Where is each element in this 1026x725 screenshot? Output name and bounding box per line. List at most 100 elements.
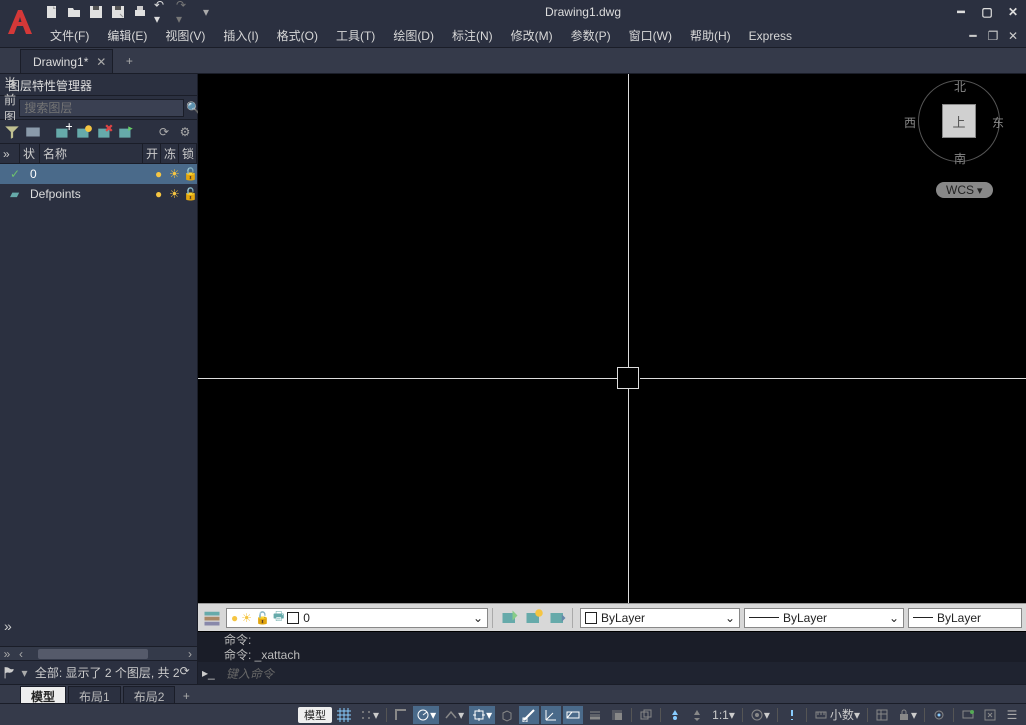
app-logo[interactable] xyxy=(4,4,36,40)
osnap-icon[interactable]: ▾ xyxy=(469,706,495,724)
lineweight-dropdown[interactable]: ByLayer xyxy=(908,608,1022,628)
menu-edit[interactable]: 编辑(E) xyxy=(107,27,147,44)
scroll-thumb[interactable] xyxy=(38,649,148,659)
menu-window[interactable]: 窗口(W) xyxy=(629,27,672,44)
command-history[interactable]: 命令: 命令: _xattach xyxy=(198,632,1026,662)
wcs-badge[interactable]: WCS ▾ xyxy=(936,182,993,198)
settings-icon[interactable]: ⚙ xyxy=(176,123,194,141)
mdi-restore-icon[interactable]: ❐ xyxy=(986,29,1000,43)
filter-invert-icon[interactable]: 🏲 xyxy=(4,664,17,682)
close-icon[interactable]: ✕ xyxy=(1004,4,1022,20)
bulb-icon[interactable]: ● xyxy=(155,167,169,181)
annoscale-icon[interactable] xyxy=(665,706,685,724)
doc-tab-drawing1[interactable]: Drawing1* ✕ xyxy=(20,49,113,73)
layer-prev-icon[interactable] xyxy=(548,608,568,628)
menu-help[interactable]: 帮助(H) xyxy=(690,27,731,44)
group-icon[interactable] xyxy=(24,123,42,141)
scale-label[interactable]: 1:1 ▾ xyxy=(709,706,738,724)
print-icon[interactable] xyxy=(132,4,148,20)
layer-row[interactable]: ✓ 0 ● ☀ 🔓 xyxy=(0,164,197,184)
annomonitor-icon[interactable] xyxy=(782,706,802,724)
add-doc-tab[interactable]: + xyxy=(117,49,141,73)
menu-view[interactable]: 视图(V) xyxy=(165,27,205,44)
panel-expand-icon[interactable]: » xyxy=(4,618,12,634)
col-freeze[interactable]: 冻 xyxy=(161,144,179,163)
mdi-close-icon[interactable]: ✕ xyxy=(1006,29,1020,43)
scroll-right-icon[interactable]: › xyxy=(183,647,197,661)
col-status[interactable]: 状 xyxy=(20,144,40,163)
layer-manager-icon[interactable] xyxy=(202,608,222,628)
lock-icon[interactable]: 🔓 xyxy=(183,167,197,181)
dynucs-icon[interactable] xyxy=(541,706,561,724)
layer-copy-icon[interactable] xyxy=(500,608,520,628)
new-icon[interactable] xyxy=(44,4,60,20)
expand-all-icon[interactable]: » xyxy=(0,144,20,163)
menu-insert[interactable]: 插入(I) xyxy=(223,27,258,44)
compass-w[interactable]: 西 xyxy=(904,114,916,131)
close-tab-icon[interactable]: ✕ xyxy=(96,55,106,69)
menu-draw[interactable]: 绘图(D) xyxy=(393,27,434,44)
lock-icon[interactable]: 🔓 xyxy=(183,187,197,201)
cleanscreen-icon[interactable] xyxy=(980,706,1000,724)
menu-dimension[interactable]: 标注(N) xyxy=(452,27,493,44)
menu-express[interactable]: Express xyxy=(749,29,792,43)
open-icon[interactable] xyxy=(66,4,82,20)
command-icon[interactable]: ▸_ xyxy=(202,666,222,680)
compass-e[interactable]: 东 xyxy=(992,114,1004,131)
qat-dropdown-icon[interactable]: ▾ xyxy=(198,4,214,20)
mdi-minimize-icon[interactable]: ━ xyxy=(966,29,980,43)
layer-hscroll[interactable]: » ‹ › xyxy=(0,646,197,660)
filter-icon[interactable] xyxy=(3,123,21,141)
menu-file[interactable]: 文件(F) xyxy=(50,27,89,44)
3dosnap-icon[interactable] xyxy=(497,706,517,724)
grid-icon[interactable] xyxy=(334,706,354,724)
snap-icon[interactable]: ▾ xyxy=(356,706,382,724)
maximize-icon[interactable]: ▢ xyxy=(978,4,996,20)
compass-n[interactable]: 北 xyxy=(954,78,966,95)
menu-modify[interactable]: 修改(M) xyxy=(511,27,553,44)
layer-dropdown[interactable]: ● ☀ 🔓 🖶 0 ⌄ xyxy=(226,608,488,628)
transparency-icon[interactable] xyxy=(607,706,627,724)
command-line[interactable]: ▸_ 键入命令 xyxy=(198,662,1026,684)
save-icon[interactable] xyxy=(88,4,104,20)
expand-icon[interactable]: » xyxy=(0,647,14,661)
viewcube-top-face[interactable]: 上 xyxy=(942,104,976,138)
polar-icon[interactable]: ▾ xyxy=(413,706,439,724)
new-layer-vp-icon[interactable] xyxy=(75,123,93,141)
sun-icon[interactable]: ☀ xyxy=(169,167,183,181)
menu-tools[interactable]: 工具(T) xyxy=(336,27,375,44)
search-layer-input[interactable] xyxy=(19,99,184,117)
col-name[interactable]: 名称 xyxy=(40,144,143,163)
refresh-icon[interactable]: ⟳ xyxy=(180,664,193,682)
dyninput-icon[interactable] xyxy=(563,706,583,724)
refresh-icon[interactable]: ⟳ xyxy=(155,123,173,141)
model-space-button[interactable]: 模型 xyxy=(298,707,332,723)
menu-parametric[interactable]: 参数(P) xyxy=(571,27,611,44)
compass-s[interactable]: 南 xyxy=(954,150,966,167)
customize-icon[interactable]: ☰ xyxy=(1002,706,1022,724)
hardware-icon[interactable] xyxy=(958,706,978,724)
isodraft-icon[interactable]: ▾ xyxy=(441,706,467,724)
scroll-left-icon[interactable]: ‹ xyxy=(14,647,28,661)
minimize-icon[interactable]: ━ xyxy=(952,4,970,20)
layer-iso-icon[interactable] xyxy=(524,608,544,628)
workspace-icon[interactable]: ▾ xyxy=(747,706,773,724)
new-layer-icon[interactable]: + xyxy=(54,123,72,141)
units-label[interactable]: 小数 ▾ xyxy=(811,706,863,724)
tab-layout2[interactable]: 布局2 xyxy=(123,686,176,703)
bulb-icon[interactable]: ● xyxy=(155,187,169,201)
redo-icon[interactable]: ↷ ▾ xyxy=(176,4,192,20)
drawing-viewport[interactable]: 上 北 南 西 东 WCS ▾ xyxy=(198,74,1026,603)
menu-format[interactable]: 格式(O) xyxy=(277,27,318,44)
linetype-dropdown[interactable]: ByLayer ⌄ xyxy=(744,608,904,628)
col-lock[interactable]: 锁 xyxy=(179,144,197,163)
lineweight-icon[interactable] xyxy=(585,706,605,724)
lockui-icon[interactable]: ▾ xyxy=(894,706,920,724)
delete-layer-icon[interactable] xyxy=(96,123,114,141)
isolate-icon[interactable] xyxy=(929,706,949,724)
add-layout-tab[interactable]: + xyxy=(177,689,195,703)
otrack-icon[interactable] xyxy=(519,706,539,724)
col-on[interactable]: 开 xyxy=(143,144,161,163)
cycling-icon[interactable] xyxy=(636,706,656,724)
tab-model[interactable]: 模型 xyxy=(20,686,66,703)
